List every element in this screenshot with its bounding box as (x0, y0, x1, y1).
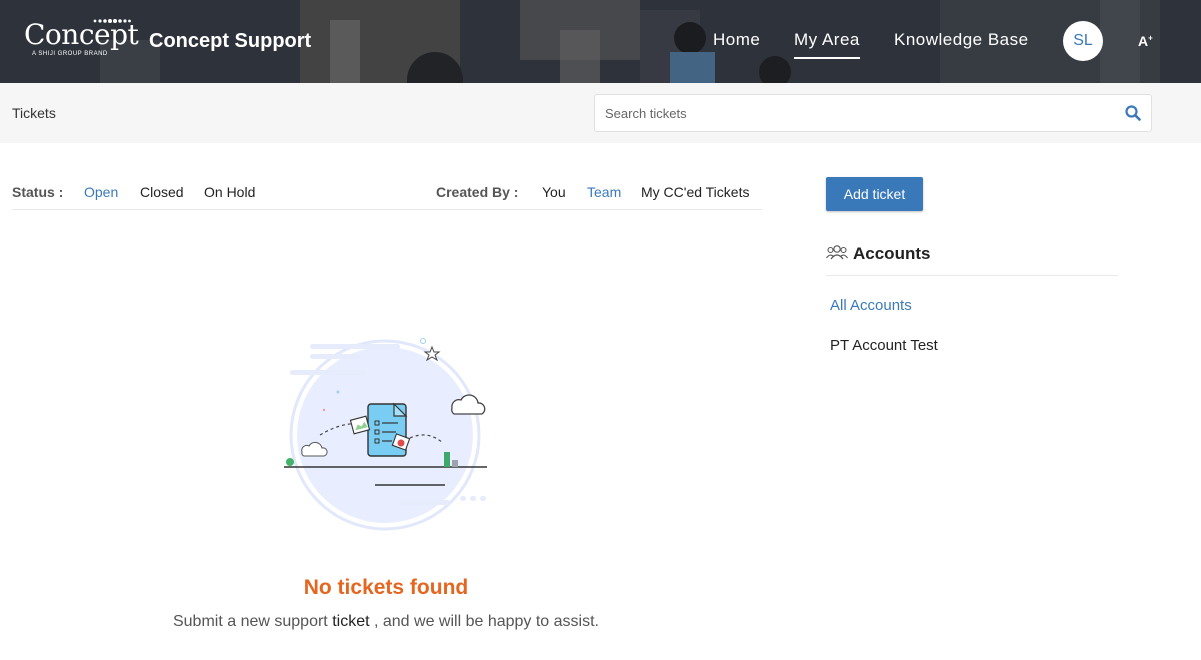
tickets-toolbar: Tickets (0, 83, 1201, 143)
nav-knowledge-base[interactable]: Knowledge Base (894, 30, 1029, 50)
filter-created-ccd[interactable]: My CC'ed Tickets (641, 184, 749, 200)
filter-status-on-hold[interactable]: On Hold (204, 184, 255, 200)
search-input[interactable] (595, 95, 1115, 131)
created-by-label: Created By : (436, 184, 519, 200)
search-icon[interactable] (1125, 105, 1141, 121)
accounts-header: Accounts (826, 240, 1118, 276)
font-size-toggle[interactable]: A+ (1138, 33, 1153, 49)
filter-status-closed[interactable]: Closed (140, 184, 184, 200)
nav-my-area[interactable]: My Area (794, 30, 860, 59)
user-avatar[interactable]: SL (1063, 21, 1103, 61)
font-size-label: A (1138, 33, 1149, 49)
search-box (594, 94, 1152, 132)
site-header: Concept A SHIJI GROUP BRAND Concept Supp… (0, 0, 1201, 83)
new-ticket-link[interactable]: ticket (332, 613, 369, 630)
site-title[interactable]: Concept Support (149, 30, 311, 53)
add-ticket-button[interactable]: Add ticket (826, 177, 923, 211)
empty-tickets-illustration (284, 338, 487, 531)
accounts-title: Accounts (853, 244, 931, 263)
logo-dots-icon (93, 19, 131, 23)
users-icon (826, 245, 848, 260)
filter-created-team[interactable]: Team (587, 184, 621, 200)
nav-home[interactable]: Home (713, 30, 760, 50)
account-all-accounts[interactable]: All Accounts (830, 297, 912, 314)
logo-text: Concept (24, 18, 139, 51)
empty-message-after: , and we will be happy to assist. (373, 613, 599, 630)
status-label: Status : (12, 184, 64, 200)
font-size-plus: + (1148, 33, 1153, 43)
concept-logo[interactable]: Concept A SHIJI GROUP BRAND (24, 18, 139, 57)
empty-message-before: Submit a new support (172, 613, 328, 630)
ticket-filters: Status : Open Closed On Hold Created By … (12, 175, 762, 210)
breadcrumb: Tickets (12, 105, 56, 121)
filter-status-open[interactable]: Open (84, 184, 118, 200)
empty-state-message: Submit a new support ticket , and we wil… (0, 613, 772, 631)
filter-created-you[interactable]: You (542, 184, 566, 200)
empty-state-title: No tickets found (303, 576, 469, 599)
account-pt-account-test[interactable]: PT Account Test (830, 337, 938, 354)
logo-subtext: A SHIJI GROUP BRAND (32, 51, 108, 57)
